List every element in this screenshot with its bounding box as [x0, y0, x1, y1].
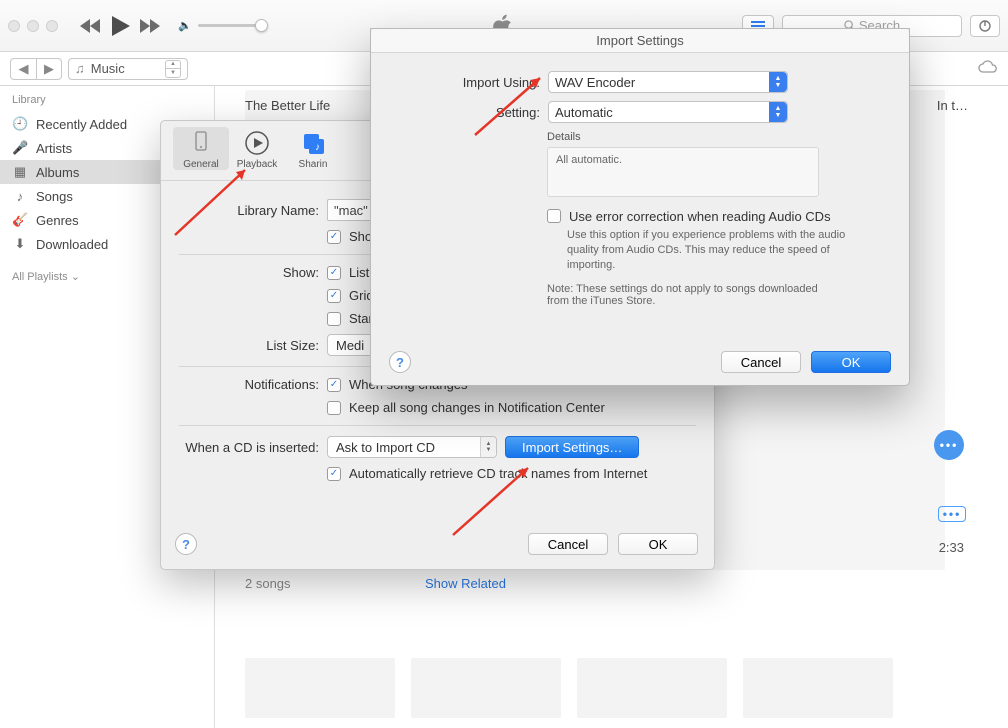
- account-button[interactable]: [970, 15, 1000, 37]
- auto-cd-checkbox[interactable]: [327, 467, 341, 481]
- sheet-ok-button[interactable]: OK: [811, 351, 891, 373]
- related-album[interactable]: [577, 658, 727, 718]
- import-using-label: Import Using:: [395, 75, 540, 90]
- details-label: Details: [547, 131, 885, 143]
- recently-added-icon: 🕘: [12, 116, 28, 132]
- related-albums-row: [245, 658, 893, 718]
- volume-control[interactable]: 🔈: [178, 19, 268, 32]
- songs-icon: ♪: [12, 189, 28, 204]
- prefs-ok-button[interactable]: OK: [618, 533, 698, 555]
- notifications-label: Notifications:: [179, 377, 319, 392]
- prefs-cancel-button[interactable]: Cancel: [528, 533, 608, 555]
- albums-icon: ▦: [12, 164, 28, 180]
- back-button[interactable]: ◀: [10, 58, 36, 80]
- notif-nc-checkbox[interactable]: [327, 401, 341, 415]
- general-icon: [187, 129, 215, 157]
- show-grid-checkbox[interactable]: [327, 289, 341, 303]
- error-correction-help: Use this option if you experience proble…: [567, 228, 847, 273]
- notif-song-checkbox[interactable]: [327, 378, 341, 392]
- sheet-cancel-button[interactable]: Cancel: [721, 351, 801, 373]
- previous-track-button[interactable]: [80, 19, 102, 33]
- track-more-button[interactable]: •••: [938, 506, 966, 522]
- cd-action-select[interactable]: Ask to Import CD▲▼: [327, 436, 497, 458]
- window-controls: [8, 20, 58, 32]
- library-name-label: Library Name:: [179, 203, 319, 218]
- zoom-window-button[interactable]: [46, 20, 58, 32]
- volume-slider[interactable]: [198, 24, 268, 27]
- show-list-checkbox[interactable]: [327, 266, 341, 280]
- sidebar-header-library: Library: [0, 92, 214, 112]
- artists-icon: 🎤: [12, 140, 28, 156]
- svg-text:♪: ♪: [315, 142, 320, 153]
- more-actions-button[interactable]: •••: [934, 430, 964, 460]
- close-window-button[interactable]: [8, 20, 20, 32]
- sharing-icon: ♪: [299, 129, 327, 157]
- next-track-button[interactable]: [140, 19, 162, 33]
- songs-count: 2 songs: [245, 576, 291, 591]
- volume-icon: 🔈: [178, 19, 192, 32]
- import-settings-button[interactable]: Import Settings…: [505, 436, 639, 458]
- cd-inserted-label: When a CD is inserted:: [179, 440, 319, 455]
- error-correction-checkbox[interactable]: [547, 209, 561, 223]
- setting-select[interactable]: Automatic▲▼: [548, 101, 788, 123]
- tab-general[interactable]: General: [173, 127, 229, 170]
- library-source-select[interactable]: ♫ Music ▲▼: [68, 58, 188, 80]
- cloud-icon[interactable]: [978, 60, 998, 77]
- sheet-note: Note: These settings do not apply to son…: [547, 283, 827, 307]
- play-button[interactable]: [112, 16, 130, 36]
- related-album[interactable]: [743, 658, 893, 718]
- genres-icon: 🎸: [12, 212, 28, 228]
- playback-icon: [243, 129, 271, 157]
- error-correction-label: Use error correction when reading Audio …: [569, 209, 831, 224]
- sheet-title: Import Settings: [371, 29, 909, 53]
- track-duration: 2:33: [939, 540, 964, 555]
- chevron-down-icon: ⌄: [71, 271, 80, 283]
- music-note-icon: ♫: [75, 61, 85, 76]
- import-settings-sheet: Import Settings Import Using: WAV Encode…: [370, 28, 910, 386]
- show-star-checkbox[interactable]: [327, 312, 341, 326]
- playback-controls: [80, 16, 162, 36]
- import-using-select[interactable]: WAV Encoder▲▼: [548, 71, 788, 93]
- related-album[interactable]: [411, 658, 561, 718]
- album-right-text: In t…: [937, 98, 968, 113]
- minimize-window-button[interactable]: [27, 20, 39, 32]
- tab-playback[interactable]: Playback: [229, 127, 285, 170]
- show-checkbox[interactable]: [327, 230, 341, 244]
- related-album[interactable]: [245, 658, 395, 718]
- list-size-label: List Size:: [179, 338, 319, 353]
- show-label: Show:: [179, 265, 319, 280]
- downloaded-icon: ⬇: [12, 236, 28, 252]
- forward-button[interactable]: ▶: [36, 58, 62, 80]
- library-source-label: Music: [91, 61, 125, 76]
- tab-sharing[interactable]: ♪ Sharin: [285, 127, 341, 170]
- album-title: The Better Life: [245, 98, 330, 113]
- sheet-help-button[interactable]: ?: [389, 351, 411, 373]
- show-related-link[interactable]: Show Related: [425, 576, 506, 591]
- details-box: All automatic.: [547, 147, 819, 197]
- setting-label: Setting:: [395, 105, 540, 120]
